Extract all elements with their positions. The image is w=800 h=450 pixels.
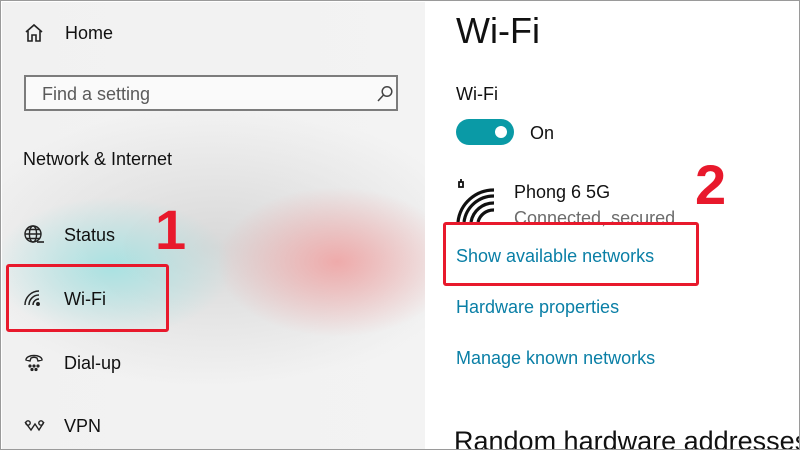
phone-icon bbox=[23, 352, 45, 377]
globe-icon bbox=[23, 224, 45, 251]
manage-known-networks-link[interactable]: Manage known networks bbox=[456, 348, 655, 369]
sidebar-item-label: VPN bbox=[64, 416, 102, 436]
annotation-highlight-box-2 bbox=[443, 222, 699, 286]
annotation-step-1: 1 bbox=[155, 198, 187, 261]
search-input[interactable] bbox=[40, 82, 364, 106]
nav-home-label: Home bbox=[65, 23, 114, 43]
sidebar-item-label: Dial-up bbox=[64, 353, 122, 373]
settings-window: Home Network & Internet bbox=[0, 0, 800, 450]
vpn-icon bbox=[23, 416, 45, 441]
page-title: Wi-Fi bbox=[456, 10, 540, 51]
search-icon[interactable] bbox=[376, 85, 394, 108]
section-title: Network & Internet bbox=[23, 149, 173, 169]
hardware-properties-link[interactable]: Hardware properties bbox=[456, 297, 619, 318]
toggle-knob bbox=[495, 126, 507, 138]
annotation-step-2: 2 bbox=[695, 153, 727, 216]
wifi-toggle-state: On bbox=[530, 123, 555, 143]
wifi-toggle[interactable] bbox=[456, 119, 514, 145]
sidebar-item-label: Status bbox=[64, 225, 116, 245]
wifi-toggle-label: Wi-Fi bbox=[456, 84, 498, 104]
random-hardware-addresses-heading: Random hardware addresses bbox=[454, 426, 800, 450]
network-name: Phong 6 5G bbox=[514, 182, 611, 202]
navigation-pane: Home Network & Internet bbox=[2, 2, 425, 449]
annotation-highlight-box-1 bbox=[6, 264, 169, 332]
settings-search-box[interactable] bbox=[24, 75, 398, 111]
home-icon bbox=[24, 23, 44, 48]
